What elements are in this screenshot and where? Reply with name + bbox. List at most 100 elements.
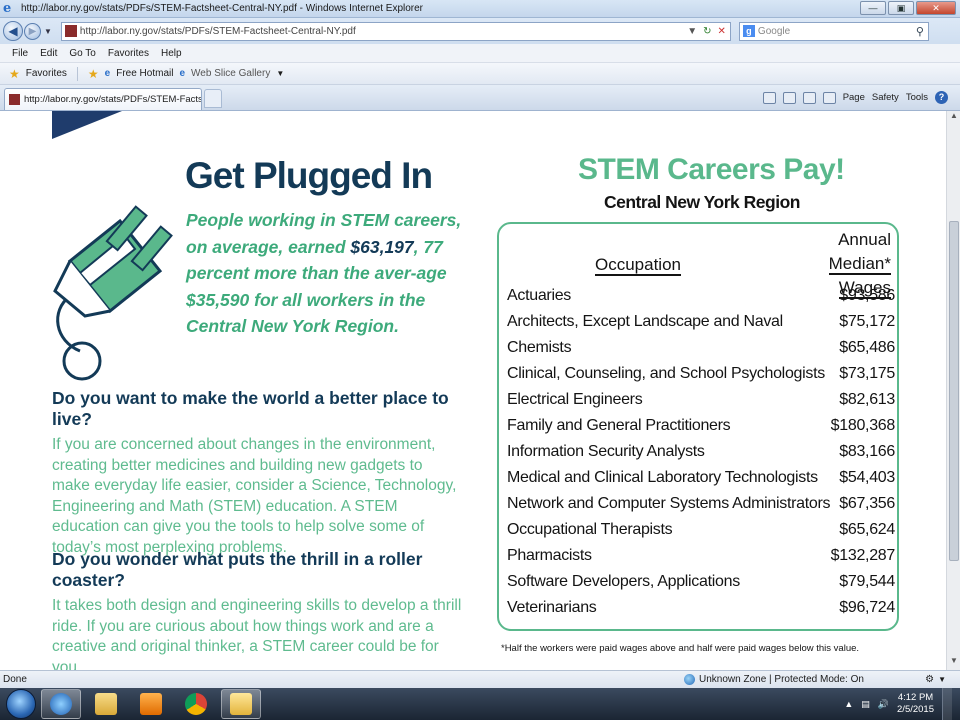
occupation-cell: Network and Computer Systems Administrat… <box>507 495 831 512</box>
home-icon[interactable] <box>762 91 776 104</box>
occupation-header-label: Occupation <box>595 255 681 276</box>
stem-subtitle: Central New York Region <box>604 192 800 212</box>
safety-menu[interactable]: Safety <box>872 92 899 103</box>
taskbar: ▲ ▤ 🔊 4:12 PM 2/5/2015 <box>0 688 960 720</box>
minimize-button[interactable]: — <box>860 1 886 15</box>
ie-icon <box>50 693 72 715</box>
plug-icon <box>53 205 173 381</box>
menu-goto[interactable]: Go To <box>69 48 96 59</box>
wage-cell: $79,544 <box>839 573 895 590</box>
app-icon <box>230 693 252 715</box>
decorative-corner <box>52 111 122 139</box>
taskbar-app[interactable] <box>221 689 261 719</box>
site-favicon-icon <box>64 25 77 37</box>
taskbar-media[interactable] <box>131 689 171 719</box>
search-icon[interactable]: ⚲ <box>916 25 924 38</box>
web-slice-link[interactable]: Web Slice Gallery <box>191 68 270 79</box>
occupation-cell: Medical and Clinical Laboratory Technolo… <box>507 469 818 486</box>
search-placeholder: Google <box>757 25 791 37</box>
maximize-button[interactable]: ▣ <box>888 1 914 15</box>
print-icon[interactable] <box>822 91 836 104</box>
wage-rows: Actuaries $93,586 Architects, Except Lands… <box>507 283 895 621</box>
taskbar-ie[interactable] <box>41 689 81 719</box>
zone-text: Unknown Zone | Protected Mode: On <box>699 674 864 685</box>
tab-label: http://labor.ny.gov/stats/PDFs/STEM-Fact… <box>24 94 201 105</box>
search-field[interactable]: g Google ⚲ <box>738 21 929 41</box>
new-tab-button[interactable] <box>204 89 222 108</box>
table-row: Software Developers, Applications $79,544 <box>507 569 895 595</box>
occupation-cell: Information Security Analysts <box>507 443 705 460</box>
favorites-bar: ★ Favorites ★ e Free Hotmail e Web Slice… <box>0 63 960 85</box>
zoom-dropdown-icon[interactable]: ▼ <box>938 675 946 684</box>
occupation-cell: Clinical, Counseling, and School Psychol… <box>507 365 825 382</box>
table-row: Electrical Engineers $82,613 <box>507 387 895 413</box>
table-row: Chemists $65,486 <box>507 335 895 361</box>
address-dropdown-icon[interactable]: ▼ <box>687 26 697 37</box>
start-button[interactable] <box>6 689 36 719</box>
occupation-cell: Chemists <box>507 339 572 356</box>
table-row: Family and General Practitioners $180,368 <box>507 413 895 439</box>
web-slice-dropdown-icon[interactable]: ▼ <box>276 69 284 78</box>
refresh-icon[interactable]: ↻ <box>703 26 711 37</box>
tab-current[interactable]: http://labor.ny.gov/stats/PDFs/STEM-Fact… <box>4 88 202 110</box>
help-icon[interactable]: ? <box>935 91 948 104</box>
status-bar: Done Unknown Zone | Protected Mode: On ⚙… <box>0 670 960 688</box>
plug-title: Get Plugged In <box>185 155 433 196</box>
wage-cell: $82,613 <box>839 391 895 408</box>
network-icon[interactable]: ▤ <box>861 699 870 710</box>
forward-button[interactable]: ▶ <box>24 22 41 40</box>
scroll-thumb[interactable] <box>949 221 959 561</box>
table-row: Medical and Clinical Laboratory Technolo… <box>507 465 895 491</box>
taskbar-chrome[interactable] <box>176 689 216 719</box>
pdf-viewport[interactable]: Get Plugged In People working in STEM ca… <box>0 111 946 670</box>
status-text: Done <box>3 674 27 685</box>
window-title: http://labor.ny.gov/stats/PDFs/STEM-Fact… <box>21 3 424 14</box>
window-controls: — ▣ ✕ <box>860 1 956 15</box>
table-row: Actuaries $93,586 <box>507 283 895 309</box>
wage-cell: $65,486 <box>839 339 895 356</box>
taskbar-explorer[interactable] <box>86 689 126 719</box>
vertical-scrollbar[interactable]: ▲ ▼ <box>946 111 960 670</box>
stop-icon[interactable]: ✕ <box>718 26 726 37</box>
page-menu[interactable]: Page <box>843 92 865 103</box>
menu-help[interactable]: Help <box>161 48 182 59</box>
clock[interactable]: 4:12 PM 2/5/2015 <box>897 692 934 716</box>
tray-arrow-icon[interactable]: ▲ <box>844 699 853 709</box>
menu-favorites[interactable]: Favorites <box>108 48 149 59</box>
plug-amount: $63,197 <box>350 236 414 257</box>
back-button[interactable]: ◀ <box>3 21 23 41</box>
scroll-up-icon[interactable]: ▲ <box>947 111 960 125</box>
volume-icon[interactable]: 🔊 <box>878 699 889 710</box>
history-dropdown-icon[interactable]: ▼ <box>44 27 52 36</box>
occupation-cell: Actuaries <box>507 287 571 304</box>
close-window-button[interactable]: ✕ <box>916 1 956 15</box>
system-tray: ▲ ▤ 🔊 4:12 PM 2/5/2015 <box>844 688 960 720</box>
favorites-star-icon[interactable]: ★ <box>9 67 20 81</box>
scroll-down-icon[interactable]: ▼ <box>947 656 960 670</box>
feeds-icon[interactable] <box>782 91 796 104</box>
read-mail-icon[interactable] <box>802 91 816 104</box>
wage-cell: $132,287 <box>830 547 896 564</box>
tab-bar: http://labor.ny.gov/stats/PDFs/STEM-Fact… <box>0 85 960 111</box>
web-slice-icon: e <box>179 68 186 79</box>
table-row: Veterinarians $96,724 <box>507 595 895 621</box>
address-field[interactable]: http://labor.ny.gov/stats/PDFs/STEM-Fact… <box>60 21 731 41</box>
tools-menu[interactable]: Tools <box>906 92 928 103</box>
wage-cell: $65,624 <box>839 521 895 538</box>
occupation-cell: Architects, Except Landscape and Naval <box>507 313 783 330</box>
menu-file[interactable]: File <box>12 48 28 59</box>
free-hotmail-link[interactable]: Free Hotmail <box>116 68 173 79</box>
favorites-button[interactable]: Favorites <box>26 68 67 79</box>
add-favorite-icon[interactable]: ★ <box>88 67 99 81</box>
google-icon: g <box>742 25 755 37</box>
occupation-cell: Family and General Practitioners <box>507 417 731 434</box>
zoom-icon: ⚙ <box>925 674 935 685</box>
show-desktop-button[interactable] <box>942 688 952 720</box>
occupation-cell: Occupational Therapists <box>507 521 673 538</box>
zoom-control[interactable]: ⚙ ▼ <box>925 674 946 685</box>
wage-cell: $96,724 <box>839 599 895 616</box>
wage-cell: $73,175 <box>839 365 895 382</box>
menu-edit[interactable]: Edit <box>40 48 57 59</box>
security-zone[interactable]: Unknown Zone | Protected Mode: On <box>684 674 864 685</box>
occupation-cell: Veterinarians <box>507 599 597 616</box>
